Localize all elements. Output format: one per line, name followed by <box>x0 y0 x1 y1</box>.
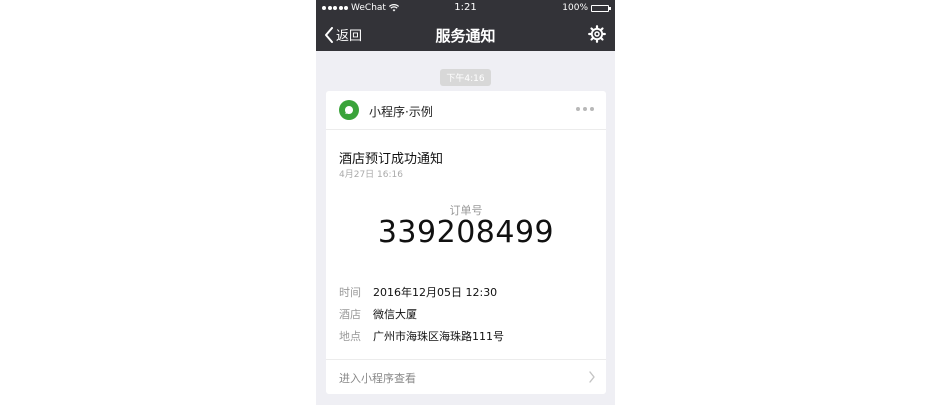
mini-program-logo-icon <box>339 100 359 120</box>
mini-program-name: 小程序·示例 <box>369 105 433 119</box>
detail-key: 地点 <box>339 330 361 343</box>
notification-card[interactable]: 小程序·示例 酒店预订成功通知 4月27日 16:16 订单号 33920849… <box>326 91 606 394</box>
detail-value: 广州市海珠区海珠路111号 <box>373 330 504 343</box>
open-mini-program-link[interactable]: 进入小程序查看 <box>326 359 606 394</box>
detail-value: 2016年12月05日 12:30 <box>373 286 498 299</box>
battery-icon <box>591 4 611 12</box>
detail-row-time: 时间 2016年12月05日 12:30 <box>339 284 497 300</box>
notification-title: 酒店预订成功通知 <box>339 152 444 167</box>
status-bar: WeChat 1:21 100% <box>316 0 615 17</box>
time-pill: 下午4:16 <box>440 69 491 86</box>
phone-screen: WeChat 1:21 100% 返回 服务通知 下午4:16 小程序·示例 酒… <box>316 0 615 405</box>
time-separator: 下午4:16 <box>316 66 615 86</box>
detail-row-address: 地点 广州市海珠区海珠路111号 <box>339 328 504 344</box>
detail-row-hotel: 酒店 微信大厦 <box>339 306 417 322</box>
notification-timestamp: 4月27日 16:16 <box>339 170 403 180</box>
detail-value: 微信大厦 <box>373 308 417 321</box>
detail-key: 时间 <box>339 286 361 299</box>
page-title: 服务通知 <box>435 27 496 45</box>
battery-percent: 100% <box>562 3 588 13</box>
nav-bar: 返回 服务通知 <box>316 17 615 51</box>
chevron-right-icon <box>589 371 595 383</box>
battery-group: 100% <box>562 3 611 13</box>
order-number: 339208499 <box>377 215 555 250</box>
gear-icon[interactable] <box>588 25 606 43</box>
detail-key: 酒店 <box>339 308 361 321</box>
open-mini-program-label: 进入小程序查看 <box>339 372 416 385</box>
more-icon[interactable] <box>576 107 594 111</box>
card-header: 小程序·示例 <box>326 91 606 130</box>
